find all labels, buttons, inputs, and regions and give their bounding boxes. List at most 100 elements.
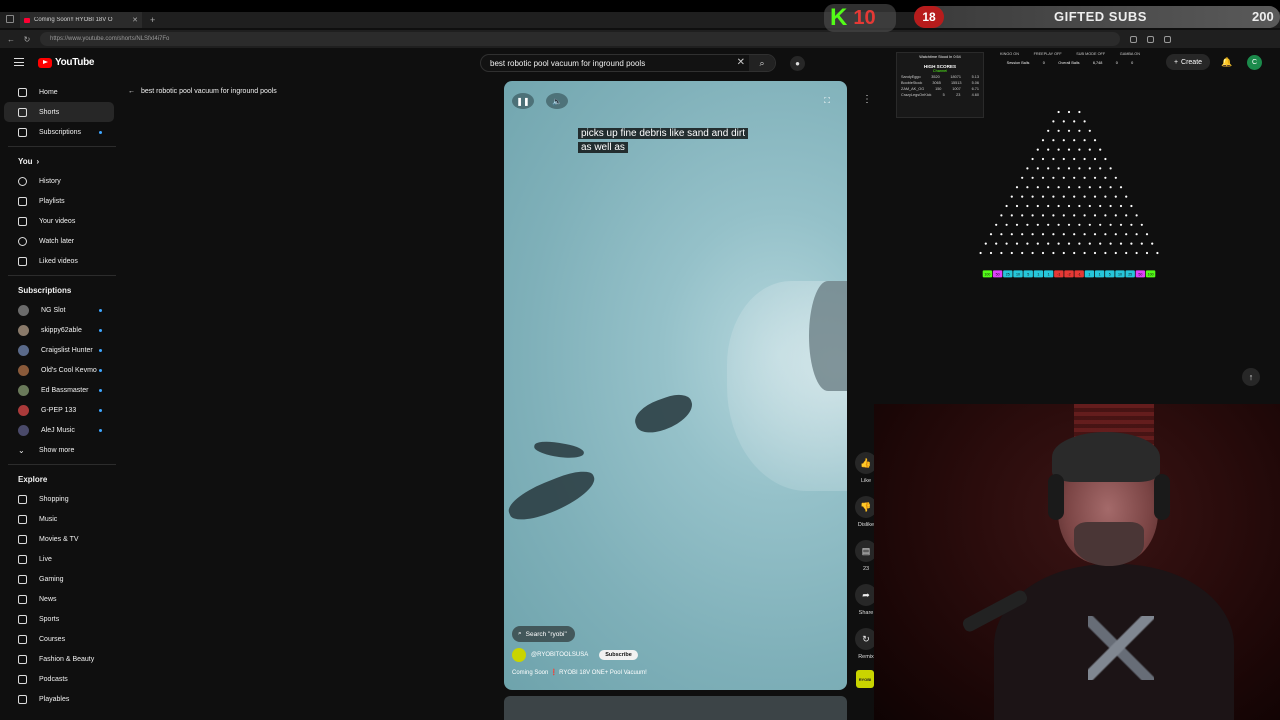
sidebar-item-shorts[interactable]: Shorts: [4, 102, 114, 122]
plinko-slot-value: 50: [996, 273, 1000, 277]
next-short-preview[interactable]: [504, 696, 847, 720]
plinko-slot: -1: [1074, 270, 1084, 278]
bookmark-icon[interactable]: [1147, 35, 1154, 43]
plinko-peg: [1057, 129, 1060, 132]
search-button[interactable]: ⌕: [749, 55, 775, 71]
sidebar-item-playables[interactable]: Playables: [4, 689, 114, 709]
search-query-text: best robotic pool vacuum for inground po…: [490, 58, 646, 68]
subscribe-button[interactable]: Subscribe: [599, 650, 638, 660]
url-field[interactable]: https://www.youtube.com/shorts/NLSfxI4i7…: [40, 32, 1120, 46]
plinko-peg: [1031, 214, 1034, 217]
sidebar-item-history[interactable]: History: [4, 171, 114, 191]
high-score-row: ZAM_AK_OG 150 1007 6.71: [901, 87, 979, 91]
tab-actions-icon[interactable]: [6, 15, 14, 23]
sidebar-item-live[interactable]: Live: [4, 549, 114, 569]
sidebar-show-more[interactable]: ⌄ Show more: [4, 440, 114, 460]
search-back-link[interactable]: ← best robotic pool vacuum for inground …: [128, 88, 277, 95]
shorts-video-player[interactable]: ❚❚ 🔈 ⛶ picks up fine debris like sand an…: [504, 81, 847, 690]
sidebar-subscription-g-pep-133[interactable]: G-PEP 133: [4, 400, 114, 420]
short-title[interactable]: Coming Soon ❗ RYOBI 18V ONE+ Pool Vacuum…: [512, 669, 647, 676]
sidebar-item-label: Gaming: [39, 575, 64, 583]
voice-search-icon[interactable]: ●: [790, 56, 805, 71]
back-nav-icon[interactable]: ←: [6, 35, 16, 44]
sidebar-item-home[interactable]: Home: [4, 82, 114, 102]
sidebar-item-liked-videos[interactable]: Liked videos: [4, 251, 114, 271]
share-label: Share: [858, 610, 874, 616]
sidebar-item-podcasts[interactable]: Podcasts: [4, 669, 114, 689]
sidebar-subscription-craigslist-hunter[interactable]: Craigslist Hunter: [4, 340, 114, 360]
sidebar-item-label: Courses: [39, 635, 66, 643]
plinko-peg: [1109, 223, 1112, 226]
scroll-up-icon[interactable]: ↑: [1242, 368, 1260, 386]
clear-search-icon[interactable]: ✕: [737, 57, 745, 68]
channel-avatar[interactable]: [512, 648, 526, 662]
plinko-peg: [1078, 167, 1081, 170]
sidebar-item-sports[interactable]: Sports: [4, 609, 114, 629]
volume-icon[interactable]: 🔈: [546, 93, 568, 109]
fullscreen-icon[interactable]: ⛶: [816, 93, 838, 109]
pause-icon[interactable]: ❚❚: [512, 93, 534, 109]
more-options-icon[interactable]: ⋮: [862, 94, 872, 105]
plinko-slot-value: -2: [1067, 273, 1070, 277]
account-avatar[interactable]: C: [1247, 55, 1262, 70]
new-tab-button[interactable]: +: [150, 15, 155, 25]
sidebar-item-shopping[interactable]: Shopping: [4, 489, 114, 509]
menu-icon[interactable]: [14, 58, 24, 66]
tab-close-icon[interactable]: ✕: [132, 16, 138, 24]
sidebar-item-label: Fashion & Beauty: [39, 655, 95, 663]
sidebar-item-label: Sports: [39, 615, 60, 623]
plinko-peg: [1067, 186, 1071, 189]
plinko-slot: 1: [1094, 270, 1105, 278]
courses-icon: [18, 634, 27, 644]
webcam-shirt-logo: [1088, 616, 1154, 680]
sidebar-subscription-ed-bassmaster[interactable]: Ed Bassmaster: [4, 380, 114, 400]
sidebar-item-gaming[interactable]: Gaming: [4, 569, 114, 589]
sidebar-item-subscriptions[interactable]: Subscriptions: [4, 122, 114, 142]
plinko-peg: [1114, 176, 1117, 179]
high-score-c: 5.13: [971, 75, 979, 79]
plinko-slot-value: 10: [1118, 273, 1122, 277]
notifications-bell-icon[interactable]: 🔔: [1221, 57, 1232, 68]
sidebar-subscription-old-s-cool-kevmo[interactable]: Old's Cool Kevmo: [4, 360, 114, 380]
channel-avatar: [18, 324, 29, 336]
sidebar-item-news[interactable]: News: [4, 589, 114, 609]
reload-icon[interactable]: ↻: [22, 35, 32, 44]
sidebar-item-movies-tv[interactable]: Movies & TV: [4, 529, 114, 549]
sidebar-subscription-alej-music[interactable]: AleJ Music: [4, 420, 114, 440]
caption-line-1: picks up fine debris like sand and dirt: [578, 128, 748, 139]
create-button[interactable]: + Create: [1166, 54, 1210, 70]
sidebar-item-playlists[interactable]: Playlists: [4, 191, 114, 211]
search-input[interactable]: best robotic pool vacuum for inground po…: [480, 54, 776, 72]
youtube-favicon-icon: [24, 17, 30, 23]
search-suggestion-chip[interactable]: ⌕ Search "ryobi": [512, 626, 575, 642]
plinko-peg: [989, 251, 993, 255]
home-icon: [18, 87, 27, 97]
plinko-peg: [1099, 167, 1102, 170]
sidebar-item-your-videos[interactable]: Your videos: [4, 211, 114, 231]
plinko-peg: [995, 223, 998, 226]
plinko-peg: [1088, 186, 1091, 189]
plinko-peg: [1135, 214, 1138, 217]
extensions-icon[interactable]: [1130, 35, 1137, 43]
channel-handle[interactable]: @RYOBITOOLSUSA: [531, 652, 588, 658]
back-arrow-icon: ←: [128, 88, 135, 95]
audio-channel-thumb[interactable]: RYOBI: [856, 670, 874, 688]
browser-address-bar: ← ↻ https://www.youtube.com/shorts/NLSfx…: [0, 30, 1280, 48]
sidebar-you-header[interactable]: You ›: [4, 151, 118, 171]
plinko-peg: [1078, 242, 1081, 245]
plinko-peg: [1047, 148, 1050, 151]
sidebar-item-fashion-beauty[interactable]: Fashion & Beauty: [4, 649, 114, 669]
sidebar-item-label: Shorts: [39, 108, 60, 116]
sidebar-item-watch-later[interactable]: Watch later: [4, 231, 114, 251]
browser-tab[interactable]: Coming Soon!! RYOBI 18V O ✕: [20, 12, 142, 28]
profile-icon[interactable]: [1164, 35, 1171, 43]
sidebar-item-courses[interactable]: Courses: [4, 629, 114, 649]
plinko-peg: [1114, 233, 1117, 236]
sidebar-subscription-ng-slot[interactable]: NG Slot: [4, 300, 114, 320]
sidebar-item-music[interactable]: Music: [4, 509, 114, 529]
sidebar-subscription-skippy62able[interactable]: skippy62able: [4, 320, 114, 340]
youtube-logo[interactable]: YouTube: [38, 57, 95, 68]
plinko-peg: [1083, 120, 1086, 123]
live-icon: [18, 554, 27, 564]
plinko-peg: [1067, 242, 1071, 245]
